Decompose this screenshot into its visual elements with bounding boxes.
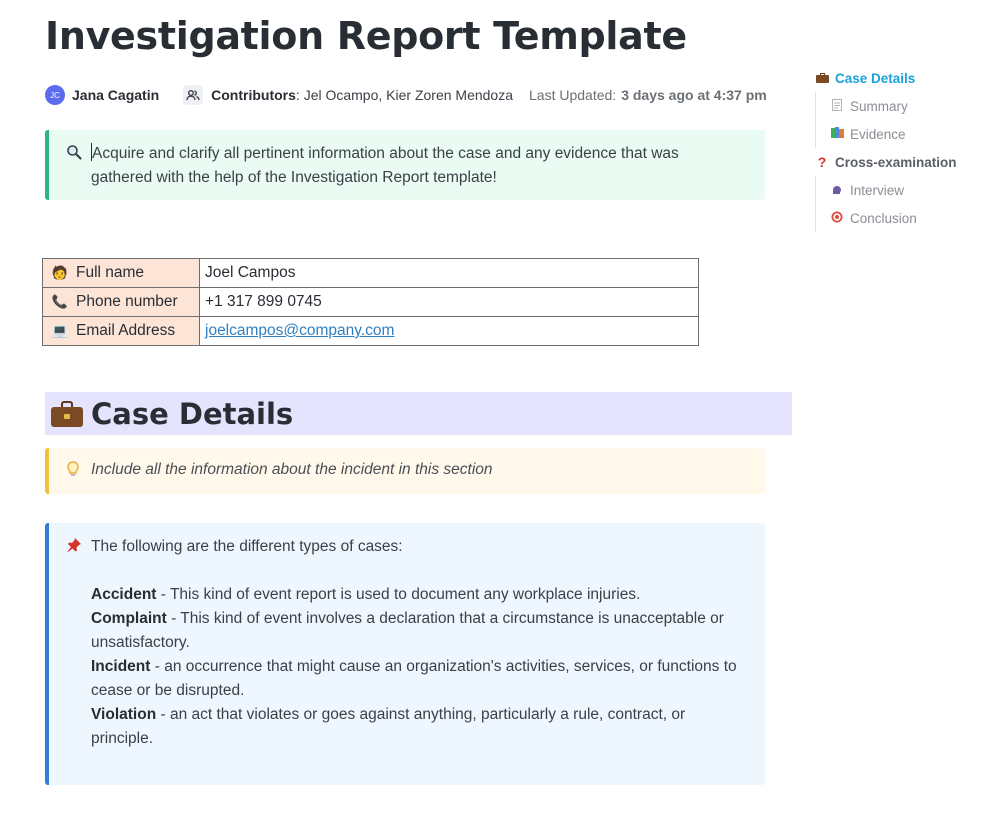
author-avatar[interactable]: JC — [45, 85, 65, 105]
case-details-title: Case Details — [91, 396, 294, 431]
table-cell-label[interactable]: 🧑 Full name — [42, 258, 200, 288]
case-type-item: Incident - an occurrence that might caus… — [91, 658, 737, 699]
books-icon — [829, 127, 845, 141]
table-row: 🧑 Full name Joel Campos — [42, 258, 699, 288]
toc-item-cross-examination[interactable]: ? Cross-examination — [814, 148, 974, 176]
contact-info-table: 🧑 Full name Joel Campos 📞 Phone number +1 … — [42, 258, 699, 346]
speaking-head-icon — [829, 183, 845, 198]
table-cell-value[interactable]: Joel Campos — [199, 258, 699, 288]
tip-callout[interactable]: Include all the information about the in… — [45, 448, 765, 494]
toc-item-interview[interactable]: Interview — [829, 176, 974, 204]
table-cell-value[interactable]: joelcampos@company.com — [199, 316, 699, 346]
person-icon: 🧑 — [51, 265, 69, 280]
contributors-icon — [183, 85, 204, 105]
toc-subgroup: Interview Conclusion — [815, 176, 974, 232]
case-details-heading: Case Details — [45, 392, 792, 435]
case-types-callout[interactable]: The following are the different types of… — [45, 523, 765, 785]
contributors-label: Contributors — [211, 87, 296, 103]
page-meta: JC Jana Cagatin Contributors: Jel Ocampo… — [45, 84, 767, 106]
table-cell-label[interactable]: 📞 Phone number — [42, 287, 200, 317]
toc-item-summary[interactable]: Summary — [829, 92, 974, 120]
intro-callout[interactable]: Acquire and clarify all pertinent inform… — [45, 130, 765, 200]
telephone-icon: 📞 — [51, 294, 69, 309]
briefcase-icon — [51, 400, 83, 427]
table-cell-label[interactable]: 💻 Email Address — [42, 316, 200, 346]
tip-callout-text[interactable]: Include all the information about the in… — [91, 461, 493, 479]
case-type-item: Violation - an act that violates or goes… — [91, 706, 686, 747]
last-updated-value: 3 days ago at 4:37 pm — [621, 87, 767, 103]
author-name[interactable]: Jana Cagatin — [72, 87, 159, 103]
page-icon — [829, 98, 845, 114]
last-updated-label: Last Updated: — [529, 87, 617, 103]
table-of-contents: Case Details Summary Evidence ? Cross-ex… — [814, 64, 974, 232]
table-row: 📞 Phone number +1 317 899 0745 — [42, 287, 699, 317]
page-title: Investigation Report Template — [45, 14, 687, 58]
case-types-body[interactable]: The following are the different types of… — [91, 535, 751, 751]
magnifying-glass-icon — [66, 144, 82, 164]
lightbulb-icon — [66, 461, 80, 481]
pushpin-icon — [66, 537, 82, 557]
target-icon — [829, 211, 845, 226]
case-type-item: Complaint - This kind of event involves … — [91, 610, 724, 651]
toc-subgroup: Summary Evidence — [815, 92, 974, 148]
briefcase-icon — [814, 72, 830, 84]
computer-icon: 💻 — [51, 323, 69, 338]
table-cell-value[interactable]: +1 317 899 0745 — [199, 287, 699, 317]
toc-item-conclusion[interactable]: Conclusion — [829, 204, 974, 232]
intro-callout-text[interactable]: Acquire and clarify all pertinent inform… — [91, 142, 731, 190]
toc-item-evidence[interactable]: Evidence — [829, 120, 974, 148]
question-mark-icon: ? — [817, 154, 827, 170]
contributors-names[interactable]: Jel Ocampo, Kier Zoren Mendoza — [304, 87, 513, 103]
table-row: 💻 Email Address joelcampos@company.com — [42, 316, 699, 346]
toc-item-case-details[interactable]: Case Details — [814, 64, 974, 92]
case-type-item: Accident - This kind of event report is … — [91, 586, 641, 603]
case-types-intro: The following are the different types of… — [91, 538, 403, 555]
email-link[interactable]: joelcampos@company.com — [205, 322, 394, 339]
